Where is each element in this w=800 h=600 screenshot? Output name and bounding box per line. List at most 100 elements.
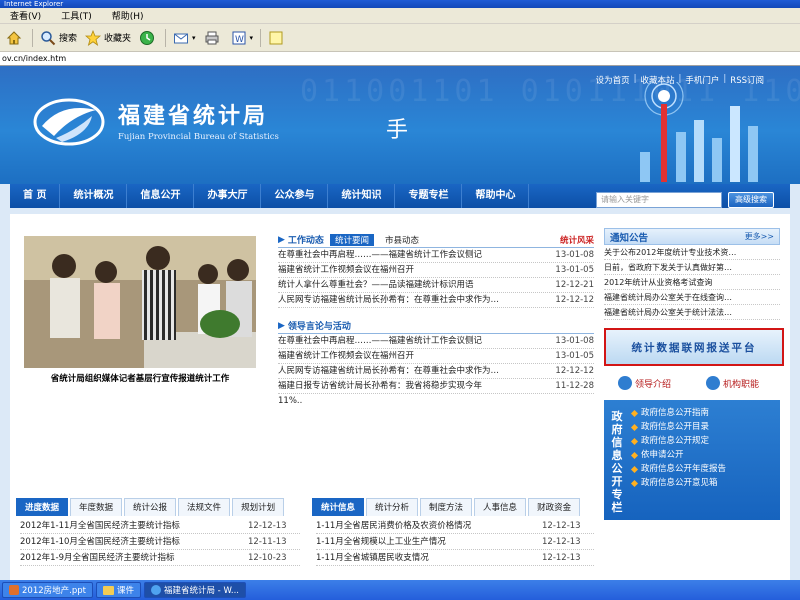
tab-city-county-news[interactable]: 市县动态 — [380, 234, 424, 246]
gov-info-item[interactable]: 依申请公开 — [630, 448, 778, 462]
nav-help[interactable]: 帮助中心 — [462, 184, 530, 208]
ie-icon — [150, 585, 161, 595]
row-title: 2012年1-9月全省国民经济主要统计指标 — [20, 553, 175, 563]
photo-caption[interactable]: 省统计局组织媒体记者基层行宣传报道统计工作 — [24, 372, 256, 384]
table-row[interactable]: 1-11月全省规模以上工业生产情况 12-12-13 — [316, 534, 594, 550]
print-button[interactable] — [200, 27, 227, 49]
leader-news-title[interactable]: ▶ 领导言论与活动 — [278, 319, 351, 333]
edit-button[interactable]: W ▾ — [227, 27, 258, 49]
table-row[interactable]: 2012年1-9月全省国民经济主要统计指标 12-10-23 — [20, 550, 300, 566]
row-title: 2012年1-11月全省国民经济主要统计指标 — [20, 521, 180, 531]
tab-personnel[interactable]: 人事信息 — [474, 498, 527, 516]
arrow-bullet-icon: ▶ — [278, 320, 285, 331]
favorites-label: 收藏夹 — [104, 34, 132, 44]
gov-info-item[interactable]: 政府信息公开目录 — [630, 420, 778, 434]
news-title: 福建日报专访省统计局长孙希有：我省将稳步实现今年 — [278, 381, 483, 391]
search-icon — [40, 30, 56, 46]
address-bar[interactable]: ov.cn/index.htm — [0, 52, 800, 66]
discuss-button[interactable] — [264, 27, 291, 49]
notice-item[interactable]: 日前，省政府下发关于认真做好第… — [604, 260, 780, 275]
bullet-icon — [630, 479, 639, 487]
advanced-search-button[interactable]: 高级搜索 — [728, 192, 774, 208]
tab-finance[interactable]: 财政资金 — [528, 498, 581, 516]
tab-regulations[interactable]: 法规文件 — [178, 498, 231, 516]
web-page: 011001101 010111011 1101 01101 0 设为首页 | … — [0, 66, 800, 580]
mail-icon — [173, 30, 189, 46]
notice-item[interactable]: 关于公布2012年度统计专业技术资… — [604, 245, 780, 260]
list-item[interactable]: 福建省统计工作视频会议在福州召开 13-01-05 — [278, 349, 594, 364]
gov-info-list: 政府信息公开指南 政府信息公开目录 政府信息公开规定 依申请公开 政府信息公开年… — [630, 406, 778, 490]
taskbar-item-ppt[interactable]: 2012房地产.ppt — [2, 582, 93, 598]
gov-info-item[interactable]: 政府信息公开规定 — [630, 434, 778, 448]
windows-taskbar: 2012房地产.ppt 课件 福建省统计局 - W... — [0, 580, 800, 600]
mail-button[interactable]: ▾ — [169, 27, 200, 49]
list-item[interactable]: 人民网专访福建省统计局长孙希有：在尊重社会中求作为… 12-12-12 — [278, 293, 594, 308]
word-icon: W — [231, 30, 247, 46]
gov-info-item[interactable]: 政府信息公开指南 — [630, 406, 778, 420]
menu-help[interactable]: 帮助(H) — [102, 9, 154, 22]
menu-tools[interactable]: 工具(T) — [51, 9, 102, 22]
tab-progress-data[interactable]: 进度数据 — [16, 498, 69, 516]
nav-home[interactable]: 首 页 — [10, 184, 61, 208]
gov-info-item[interactable]: 政府信息公开意见箱 — [630, 476, 778, 490]
gov-info-label: 政府信息公开意见箱 — [641, 478, 718, 488]
nav-info-disclosure[interactable]: 信息公开 — [127, 184, 195, 208]
list-item[interactable]: 统计人拿什么尊重社会？——品读福建统计标识用语 12-12-21 — [278, 278, 594, 293]
nav-service-hall[interactable]: 办事大厅 — [194, 184, 262, 208]
leader-news-header: ▶ 领导言论与活动 — [278, 318, 594, 334]
nav-special-topics[interactable]: 专题专栏 — [395, 184, 463, 208]
news-title: 在尊重社会中再启程……——福建省统计工作会议侧记 — [278, 250, 483, 260]
tab-statistics-analysis[interactable]: 统计分析 — [366, 498, 419, 516]
notice-more-link[interactable]: 更多>> — [745, 231, 774, 242]
powerpoint-icon — [9, 585, 19, 595]
search-button[interactable]: 搜索 — [36, 27, 81, 49]
menu-bar: 查看(V) 工具(T) 帮助(H) — [0, 8, 800, 24]
news-date: 13-01-05 — [555, 351, 594, 361]
nav-overview[interactable]: 统计概况 — [60, 184, 128, 208]
org-functions-link[interactable]: 机构职能 — [706, 374, 759, 392]
org-functions-label: 机构职能 — [723, 379, 760, 390]
search-input[interactable]: 请输入关键字 — [596, 192, 722, 208]
nav-knowledge[interactable]: 统计知识 — [328, 184, 396, 208]
news-title: 在尊重社会中再启程……——福建省统计工作会议侧记 — [278, 336, 483, 346]
banner-text: 统计数据联网报送平台 — [631, 341, 757, 354]
tab-statistics-info[interactable]: 统计信息 — [312, 498, 365, 516]
list-item[interactable]: 人民网专访福建省统计局长孙希有：在尊重社会中求作为… 12-12-12 — [278, 364, 594, 379]
tab-bulletins[interactable]: 统计公报 — [124, 498, 177, 516]
progress-data-list: 2012年1-11月全省国民经济主要统计指标 12-12-13 2012年1-10… — [20, 518, 300, 566]
home-button[interactable] — [2, 27, 29, 49]
tab-methods[interactable]: 制度方法 — [420, 498, 473, 516]
table-row[interactable]: 2012年1-11月全省国民经济主要统计指标 12-12-13 — [20, 518, 300, 534]
tab-statistics-news[interactable]: 统计要闻 — [329, 233, 374, 246]
news-date: 12-12-12 — [555, 295, 594, 305]
browser-toolbar: 搜索 收藏夹 ▾ W ▾ — [0, 24, 800, 52]
history-button[interactable] — [135, 27, 162, 49]
leader-intro-link[interactable]: 领导介绍 — [618, 374, 671, 392]
table-row[interactable]: 1-11月全省城镇居民收支情况 12-12-13 — [316, 550, 594, 566]
favorites-button[interactable]: 收藏夹 — [81, 27, 135, 49]
notice-item[interactable]: 福建省统计局办公室关于统计法法… — [604, 305, 780, 320]
tab-plans[interactable]: 规划计划 — [232, 498, 285, 516]
gov-info-item[interactable]: 政府信息公开年度报告 — [630, 462, 778, 476]
notice-item[interactable]: 2012年统计从业资格考试查询 — [604, 275, 780, 290]
history-icon — [139, 30, 155, 46]
row-date: 12-11-13 — [248, 537, 287, 547]
nav-public-participation[interactable]: 公众参与 — [261, 184, 329, 208]
list-item[interactable]: 在尊重社会中再启程……——福建省统计工作会议侧记 13-01-08 — [278, 248, 594, 263]
data-tabs: 进度数据 年度数据 统计公报 法规文件 规划计划 — [16, 498, 286, 516]
table-row[interactable]: 1-11月全省居民消费价格及农资价格情况 12-12-13 — [316, 518, 594, 534]
table-row[interactable]: 2012年1-10月全省国民经济主要统计指标 12-11-13 — [20, 534, 300, 550]
data-reporting-platform-banner[interactable]: 统计数据联网报送平台 — [604, 328, 784, 366]
leader-news-section: ▶ 领导言论与活动 在尊重社会中再启程……——福建省统计工作会议侧记 13-01-… — [278, 318, 594, 409]
taskbar-item-browser[interactable]: 福建省统计局 - W... — [143, 582, 246, 598]
tab-annual-data[interactable]: 年度数据 — [70, 498, 123, 516]
taskbar-item-folder[interactable]: 课件 — [95, 582, 141, 598]
menu-view[interactable]: 查看(V) — [0, 9, 51, 22]
work-news-title[interactable]: ▶ 工作动态 — [278, 233, 324, 247]
statistics-style-link[interactable]: 统计风采 — [560, 234, 594, 246]
notice-item[interactable]: 福建省统计局办公室关于在线查询… — [604, 290, 780, 305]
list-item[interactable]: 福建省统计工作视频会议在福州召开 13-01-05 — [278, 263, 594, 278]
list-item[interactable]: 福建日报专访省统计局长孙希有：我省将稳步实现今年 11-12-28 — [278, 379, 594, 394]
news-photo[interactable] — [24, 236, 256, 368]
list-item[interactable]: 在尊重社会中再启程……——福建省统计工作会议侧记 13-01-08 — [278, 334, 594, 349]
